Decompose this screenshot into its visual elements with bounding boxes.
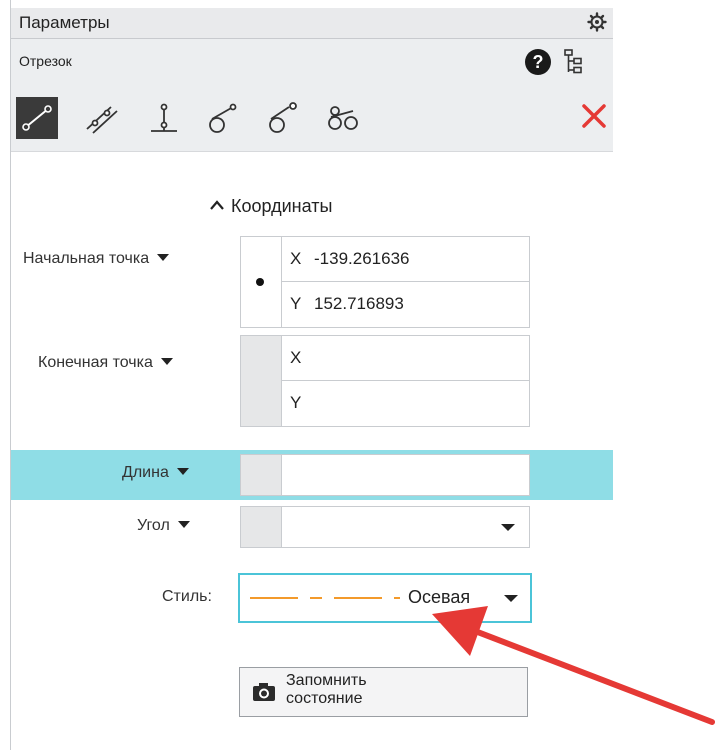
end-point-fields: X Y xyxy=(240,335,530,427)
remember-state-button[interactable]: Запомнить состояние xyxy=(239,667,528,717)
start-y-value: 152.716893 xyxy=(314,294,404,313)
start-x-value: -139.261636 xyxy=(314,249,410,268)
line-two-points-icon[interactable] xyxy=(16,97,58,139)
start-point-fields: X -139.261636 Y 152.716893 xyxy=(240,236,530,328)
point-icon xyxy=(256,278,264,286)
line-perpendicular-icon[interactable] xyxy=(143,97,185,139)
panel-title: Параметры xyxy=(19,13,110,32)
angle-lock-button[interactable] xyxy=(241,507,282,547)
length-label[interactable]: Длина xyxy=(122,464,189,482)
start-point-label[interactable]: Начальная точка xyxy=(23,250,170,268)
start-x-field[interactable]: X -139.261636 xyxy=(282,237,529,282)
length-field[interactable] xyxy=(240,454,530,496)
length-lock-button[interactable] xyxy=(241,455,282,495)
camera-icon xyxy=(253,683,275,701)
line-two-curves-icon[interactable] xyxy=(323,97,365,139)
line-style-value: Осевая xyxy=(408,587,471,607)
line-parallel-icon[interactable] xyxy=(81,97,123,139)
help-icon[interactable]: ? xyxy=(525,49,551,75)
object-name: Отрезок xyxy=(19,53,72,69)
end-point-label[interactable]: Конечная точка xyxy=(38,354,173,372)
parameters-panel: Параметры Отрезок ? Координаты Начальная… xyxy=(10,0,613,750)
angle-field[interactable] xyxy=(240,506,530,548)
line-tangent-two-curves-icon[interactable] xyxy=(263,97,305,139)
axial-line-preview xyxy=(250,597,400,599)
chevron-down-icon[interactable] xyxy=(501,524,515,531)
chevron-up-icon xyxy=(210,200,224,210)
close-icon[interactable] xyxy=(579,101,609,131)
line-style-select[interactable]: Осевая xyxy=(238,573,532,623)
end-x-field[interactable]: X xyxy=(282,336,529,381)
chevron-down-icon xyxy=(160,358,173,365)
point-snap-button[interactable] xyxy=(241,237,282,327)
start-y-field[interactable]: Y 152.716893 xyxy=(282,282,529,326)
panel-titlebar: Параметры xyxy=(11,8,613,39)
object-header: Отрезок ? xyxy=(11,39,613,87)
section-label: Координаты xyxy=(231,196,333,216)
chevron-down-icon xyxy=(176,468,189,475)
style-label: Стиль: xyxy=(162,588,212,605)
end-y-field[interactable]: Y xyxy=(282,381,529,425)
point-snap-button[interactable] xyxy=(241,336,282,426)
chevron-down-icon xyxy=(177,521,190,528)
chevron-down-icon xyxy=(504,595,518,602)
coordinates-section-toggle[interactable]: Координаты xyxy=(209,196,332,217)
angle-label[interactable]: Угол xyxy=(137,517,190,535)
gear-icon[interactable] xyxy=(587,12,607,32)
line-tangent-icon[interactable] xyxy=(203,97,245,139)
tool-strip xyxy=(11,87,613,152)
chevron-down-icon xyxy=(157,254,170,261)
tree-icon[interactable] xyxy=(563,48,585,76)
